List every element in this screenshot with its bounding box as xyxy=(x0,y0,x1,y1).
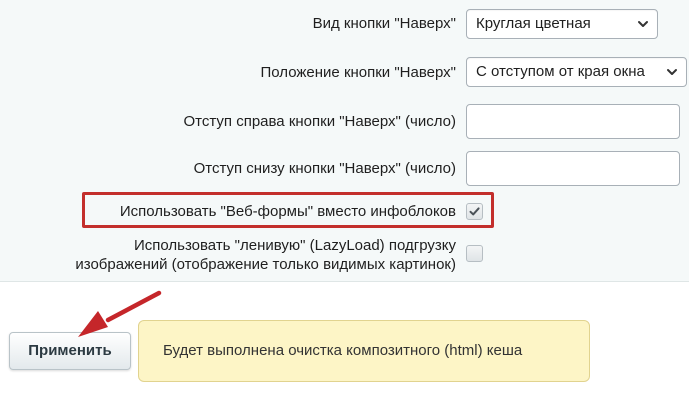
red-arrow-icon xyxy=(78,290,162,337)
